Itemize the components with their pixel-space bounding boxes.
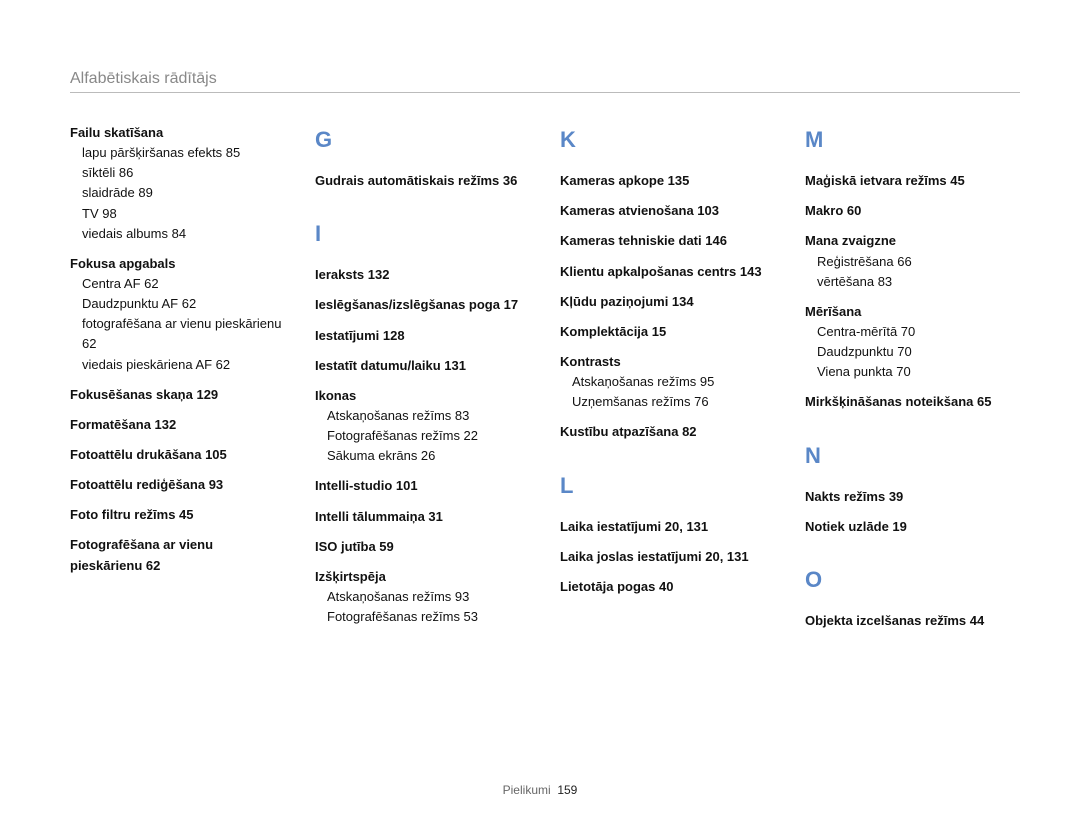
letter-heading: G [315, 123, 530, 157]
entry-heading: Kļūdu paziņojumi 134 [560, 292, 775, 312]
entry-heading: Fotografēšana ar vienu pieskārienu 62 [70, 535, 285, 575]
entry-heading: Mērīšana [805, 302, 1020, 322]
entry-heading: Kontrasts [560, 352, 775, 372]
footer-page-number: 159 [557, 783, 577, 797]
entry-heading: Mana zvaigzne [805, 231, 1020, 251]
page-header: Alfabētiskais rādītājs [70, 70, 1020, 93]
entry-sub: slaidrāde 89 [70, 183, 285, 203]
entry-sub: Sākuma ekrāns 26 [315, 446, 530, 466]
entry-heading: Kameras atvienošana 103 [560, 201, 775, 221]
entry-sub: TV 98 [70, 204, 285, 224]
entry-sub: sīktēli 86 [70, 163, 285, 183]
entry-sub: Fotografēšanas režīms 22 [315, 426, 530, 446]
entry-heading: Notiek uzlāde 19 [805, 517, 1020, 537]
column-4: M Maģiskā ietvara režīms 45 Makro 60 Man… [805, 123, 1020, 631]
letter-heading: N [805, 439, 1020, 473]
entry-heading: Intelli tālummaiņa 31 [315, 507, 530, 527]
entry-heading: Foto filtru režīms 45 [70, 505, 285, 525]
footer-label: Pielikumi [503, 783, 551, 797]
entry-sub: Reģistrēšana 66 [805, 252, 1020, 272]
column-2: G Gudrais automātiskais režīms 36 I Iera… [315, 123, 530, 631]
entry-sub: Daudzpunktu AF 62 [70, 294, 285, 314]
entry-heading: Maģiskā ietvara režīms 45 [805, 171, 1020, 191]
entry-heading: Mirkšķināšanas noteikšana 65 [805, 392, 1020, 412]
letter-heading: I [315, 217, 530, 251]
entry-sub: Viena punkta 70 [805, 362, 1020, 382]
entry-sub: viedais pieskāriena AF 62 [70, 355, 285, 375]
entry-heading: Laika iestatījumi 20, 131 [560, 517, 775, 537]
entry-heading: Gudrais automātiskais režīms 36 [315, 171, 530, 191]
page-footer: Pielikumi 159 [0, 783, 1080, 797]
entry-heading: Fokusa apgabals [70, 254, 285, 274]
entry-sub: Fotografēšanas režīms 53 [315, 607, 530, 627]
entry-heading: Fokusēšanas skaņa 129 [70, 385, 285, 405]
index-columns: Failu skatīšana lapu pāršķiršanas efekts… [70, 123, 1020, 631]
entry-sub: Atskaņošanas režīms 93 [315, 587, 530, 607]
entry-sub: Atskaņošanas režīms 83 [315, 406, 530, 426]
column-3: K Kameras apkope 135 Kameras atvienošana… [560, 123, 775, 631]
letter-heading: L [560, 469, 775, 503]
entry-heading: Iestatīt datumu/laiku 131 [315, 356, 530, 376]
entry-sub: lapu pāršķiršanas efekts 85 [70, 143, 285, 163]
entry-heading: Ieslēgšanas/izslēgšanas poga 17 [315, 295, 530, 315]
entry-heading: Lietotāja pogas 40 [560, 577, 775, 597]
entry-sub: Atskaņošanas režīms 95 [560, 372, 775, 392]
entry-heading: Laika joslas iestatījumi 20, 131 [560, 547, 775, 567]
entry-sub: fotografēšana ar vienu pieskārienu 62 [70, 314, 285, 354]
entry-heading: Objekta izcelšanas režīms 44 [805, 611, 1020, 631]
entry-sub: Daudzpunktu 70 [805, 342, 1020, 362]
entry-heading: Ikonas [315, 386, 530, 406]
letter-heading: M [805, 123, 1020, 157]
entry-sub: Uzņemšanas režīms 76 [560, 392, 775, 412]
entry-heading: Komplektācija 15 [560, 322, 775, 342]
letter-heading: O [805, 563, 1020, 597]
entry-heading: Izšķirtspēja [315, 567, 530, 587]
entry-sub: Centra AF 62 [70, 274, 285, 294]
entry-heading: Ieraksts 132 [315, 265, 530, 285]
entry-heading: Kameras apkope 135 [560, 171, 775, 191]
entry-sub: viedais albums 84 [70, 224, 285, 244]
entry-heading: Makro 60 [805, 201, 1020, 221]
column-1: Failu skatīšana lapu pāršķiršanas efekts… [70, 123, 285, 631]
entry-sub: vērtēšana 83 [805, 272, 1020, 292]
entry-heading: Klientu apkalpošanas centrs 143 [560, 262, 775, 282]
entry-heading: Failu skatīšana [70, 123, 285, 143]
entry-sub: Centra-mērītā 70 [805, 322, 1020, 342]
entry-heading: Kameras tehniskie dati 146 [560, 231, 775, 251]
entry-heading: Formatēšana 132 [70, 415, 285, 435]
entry-heading: Iestatījumi 128 [315, 326, 530, 346]
entry-heading: Fotoattēlu drukāšana 105 [70, 445, 285, 465]
entry-heading: Nakts režīms 39 [805, 487, 1020, 507]
letter-heading: K [560, 123, 775, 157]
entry-heading: Fotoattēlu rediģēšana 93 [70, 475, 285, 495]
entry-heading: Kustību atpazīšana 82 [560, 422, 775, 442]
entry-heading: ISO jutība 59 [315, 537, 530, 557]
entry-heading: Intelli-studio 101 [315, 476, 530, 496]
